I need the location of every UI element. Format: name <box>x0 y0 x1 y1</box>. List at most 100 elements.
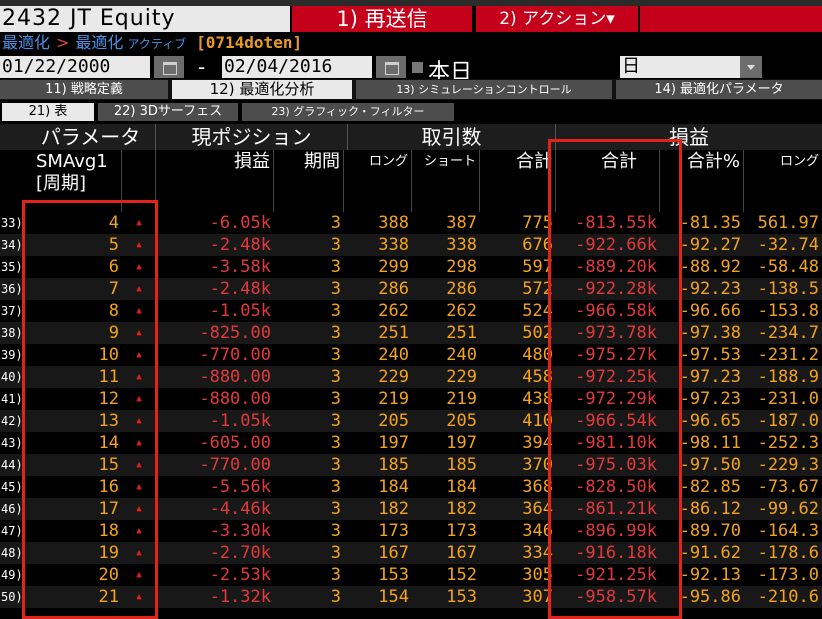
cell-period: 3 <box>330 455 341 475</box>
subtab-graphic-filter[interactable]: 23) グラフィック・フィルター <box>242 103 454 121</box>
cell-long: 219 <box>378 389 409 409</box>
cell-short: 298 <box>446 257 477 277</box>
breadcrumb-optimize-2[interactable]: 最適化 <box>75 33 123 52</box>
cell-total: 368 <box>522 477 553 497</box>
cell-period: 3 <box>330 543 341 563</box>
table-row[interactable]: 33) 4 ▲ -6.05k 3 388 387 775 -813.55k -81.35 561.9… <box>0 212 822 234</box>
cell-sma: 4 <box>108 213 119 233</box>
subtab-3d-surface[interactable]: 22) 3Dサーフェス <box>98 103 238 121</box>
cell-long: 229 <box>378 367 409 387</box>
cell-long: 388 <box>378 213 409 233</box>
cell-pnl-total: -975.27k <box>575 345 657 365</box>
table-row[interactable]: 44) 15 ▲ -770.00 3 185 185 370 -975.03k -97.50 -22… <box>0 454 822 476</box>
column-pnl-long[interactable]: ロング <box>744 150 822 212</box>
column-short[interactable]: ショート <box>412 150 480 212</box>
tab-optimization-parameters[interactable]: 14) 最適化パラメータ <box>616 80 822 99</box>
table-row[interactable]: 45) 16 ▲ -5.56k 3 184 184 368 -828.50k -82.85 -73.… <box>0 476 822 498</box>
table-row[interactable]: 46) 17 ▲ -4.46k 3 182 182 364 -861.21k -86.12 -99.… <box>0 498 822 520</box>
calendar-icon[interactable] <box>376 56 406 78</box>
table-row[interactable]: 41) 12 ▲ -880.00 3 219 219 438 -972.29k -97.23 -23… <box>0 388 822 410</box>
start-date-field[interactable]: 01/22/2000 <box>0 56 150 78</box>
table-row[interactable]: 34) 5 ▲ -2.48k 3 338 338 676 -922.66k -92.27 -32.7… <box>0 234 822 256</box>
cell-period: 3 <box>330 521 341 541</box>
column-pnl-total[interactable]: 合計 <box>556 150 660 212</box>
cell-position-pnl: -1.32k <box>209 587 271 607</box>
cell-sma: 16 <box>98 477 119 497</box>
cell-position-pnl: -880.00 <box>199 367 271 387</box>
cell-long: 240 <box>378 345 409 365</box>
tab-optimization-analysis[interactable]: 12) 最適化分析 <box>172 80 352 99</box>
cell-total: 775 <box>522 213 553 233</box>
cell-pnl-long: -32.74 <box>757 235 819 255</box>
cell-pnl-long: -187.0 <box>757 411 819 431</box>
up-arrow-icon: ▲ <box>136 482 142 492</box>
column-sma[interactable]: SMAvg1 [周期] <box>26 150 122 212</box>
row-number: 46) <box>1 502 23 516</box>
column-period[interactable]: 期間 <box>274 150 344 212</box>
header-trade-count: 取引数 <box>348 124 556 150</box>
cell-short: 387 <box>446 213 477 233</box>
cell-period: 3 <box>330 279 341 299</box>
cell-sma: 9 <box>108 323 119 343</box>
ticker-field[interactable]: 2432 JT Equity <box>0 6 290 32</box>
table-row[interactable]: 37) 8 ▲ -1.05k 3 262 262 524 -966.58k -96.66 -153.… <box>0 300 822 322</box>
table-row[interactable]: 48) 19 ▲ -2.70k 3 167 167 334 -916.18k -91.62 -178… <box>0 542 822 564</box>
tab-simulation-control[interactable]: 13) シミュレーションコントロール <box>356 80 612 99</box>
table-row[interactable]: 38) 9 ▲ -825.00 3 251 251 502 -973.78k -97.38 -234… <box>0 322 822 344</box>
breadcrumb-strategy-name: [0714doten] <box>196 33 303 52</box>
up-arrow-icon: ▲ <box>136 350 142 360</box>
subtab-table[interactable]: 21) 表 <box>2 103 94 121</box>
table-row[interactable]: 35) 6 ▲ -3.58k 3 299 298 597 -889.20k -88.92 -58.4… <box>0 256 822 278</box>
table-row[interactable]: 47) 18 ▲ -3.30k 3 173 173 346 -896.99k -89.70 -164… <box>0 520 822 542</box>
row-number: 42) <box>1 414 23 428</box>
cell-short: 197 <box>446 433 477 453</box>
period-select[interactable]: 日 <box>620 56 740 78</box>
cell-total: 676 <box>522 235 553 255</box>
cell-pnl-long: -210.6 <box>757 587 819 607</box>
cell-pnl-total: -973.78k <box>575 323 657 343</box>
cell-sma: 12 <box>98 389 119 409</box>
tab-strategy-definition[interactable]: 11) 戦略定義 <box>0 80 168 99</box>
cell-period: 3 <box>330 433 341 453</box>
cell-short: 219 <box>446 389 477 409</box>
cell-total: 502 <box>522 323 553 343</box>
cell-short: 173 <box>446 521 477 541</box>
table-row[interactable]: 50) 21 ▲ -1.32k 3 154 153 307 -958.57k -95.86 -210… <box>0 586 822 608</box>
column-position-pnl[interactable]: 損益 <box>156 150 274 212</box>
cell-position-pnl: -880.00 <box>199 389 271 409</box>
column-total[interactable]: 合計 <box>480 150 556 212</box>
cell-position-pnl: -2.53k <box>209 565 271 585</box>
calendar-icon[interactable] <box>154 56 184 78</box>
header-current-position: 現ポジション <box>156 124 348 150</box>
table-row[interactable]: 36) 7 ▲ -2.48k 3 286 286 572 -922.28k -92.23 -138.… <box>0 278 822 300</box>
breadcrumb-optimize[interactable]: 最適化 <box>2 33 50 52</box>
cell-period: 3 <box>330 323 341 343</box>
table-row[interactable]: 39) 10 ▲ -770.00 3 240 240 480 -975.27k -97.53 -23… <box>0 344 822 366</box>
cell-total: 307 <box>522 587 553 607</box>
resend-button[interactable]: 1) 再送信 <box>292 6 472 32</box>
today-checkbox[interactable] <box>412 62 423 73</box>
table-row[interactable]: 42) 13 ▲ -1.05k 3 205 205 410 -966.54k -96.65 -187… <box>0 410 822 432</box>
cell-pnl-percent: -91.62 <box>679 543 741 563</box>
end-date-field[interactable]: 02/04/2016 <box>222 56 372 78</box>
cell-position-pnl: -1.05k <box>209 411 271 431</box>
cell-pnl-percent: -92.23 <box>679 279 741 299</box>
cell-pnl-total: -922.28k <box>575 279 657 299</box>
cell-position-pnl: -3.58k <box>209 257 271 277</box>
chevron-down-icon[interactable] <box>740 56 762 78</box>
cell-pnl-percent: -96.66 <box>679 301 741 321</box>
cell-pnl-total: -813.55k <box>575 213 657 233</box>
cell-long: 251 <box>378 323 409 343</box>
column-pnl-percent[interactable]: 合計% <box>660 150 744 212</box>
cell-period: 3 <box>330 565 341 585</box>
cell-pnl-long: -58.48 <box>757 257 819 277</box>
column-long[interactable]: ロング <box>344 150 412 212</box>
cell-pnl-percent: -92.27 <box>679 235 741 255</box>
action-menu-button[interactable]: 2) アクション▾ <box>476 6 638 32</box>
table-row[interactable]: 49) 20 ▲ -2.53k 3 153 152 305 -921.25k -92.13 -173… <box>0 564 822 586</box>
cell-pnl-percent: -95.86 <box>679 587 741 607</box>
table-row[interactable]: 40) 11 ▲ -880.00 3 229 229 458 -972.25k -97.23 -18… <box>0 366 822 388</box>
up-arrow-icon: ▲ <box>136 460 142 470</box>
table-row[interactable]: 43) 14 ▲ -605.00 3 197 197 394 -981.10k -98.11 -25… <box>0 432 822 454</box>
cell-sma: 17 <box>98 499 119 519</box>
